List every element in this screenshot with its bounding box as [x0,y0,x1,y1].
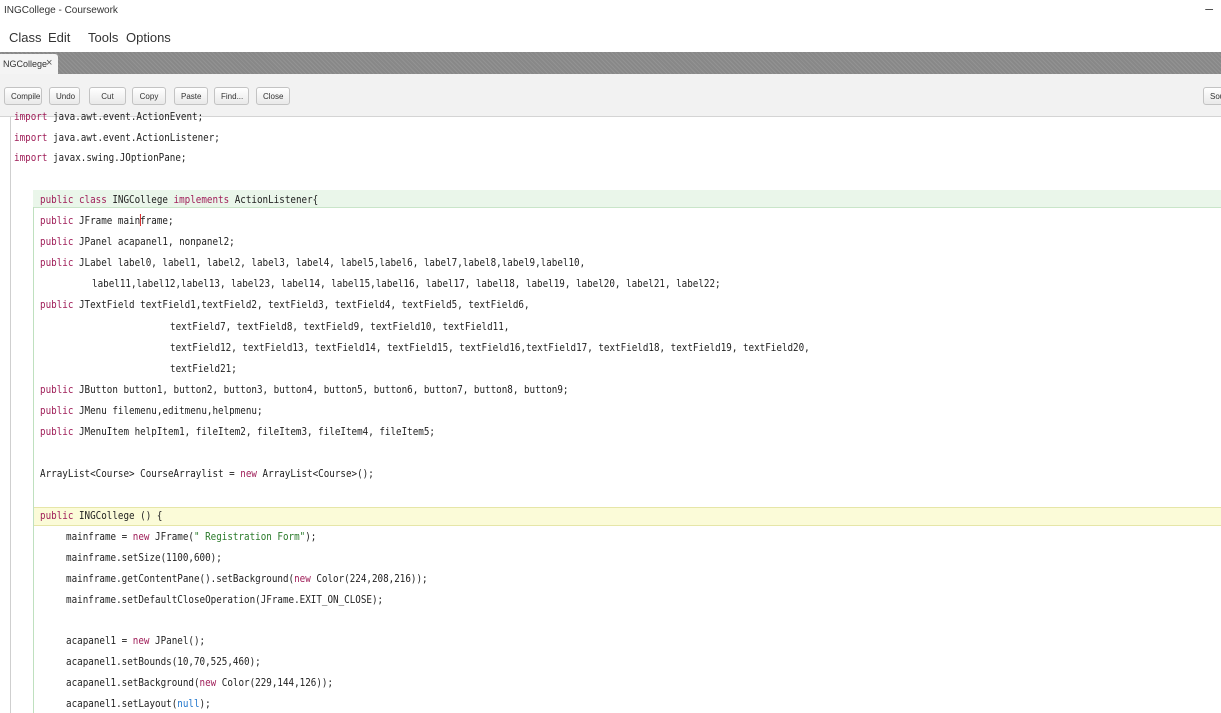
find-button[interactable]: Find... [214,87,249,105]
editor-gutter-line [10,117,11,713]
editor-toolbar: Compile Undo Cut Copy Paste Find... Clos… [0,74,1221,117]
menu-edit[interactable]: Edit [48,30,70,45]
menu-tools[interactable]: Tools [88,30,118,45]
cut-button[interactable]: Cut [89,87,126,105]
undo-button[interactable]: Undo [49,87,80,105]
minimize-icon[interactable]: – [1205,0,1213,16]
window-title: INGCollege - Coursework [4,5,118,16]
compile-button[interactable]: Compile [4,87,42,105]
constructor-scope-highlight [33,507,1221,526]
tab-ingcollege[interactable]: NGCollege × [0,54,58,74]
source-view-button[interactable]: Sour [1203,87,1221,105]
class-declaration-highlight [33,190,1221,208]
copy-button[interactable]: Copy [132,87,166,105]
class-scope-left-border [33,207,34,713]
menu-class[interactable]: Class [9,30,42,45]
editor-tab-strip: NGCollege × [0,52,1221,74]
menu-options[interactable]: Options [126,30,171,45]
close-button[interactable]: Close [256,87,290,105]
constructor-scope-body [33,526,1221,713]
paste-button[interactable]: Paste [174,87,208,105]
window-titlebar: INGCollege - Coursework – [0,0,1221,22]
tab-label: NGCollege [3,59,48,69]
close-icon[interactable]: × [46,57,52,69]
menu-bar: Class Edit Tools Options [0,22,1221,52]
